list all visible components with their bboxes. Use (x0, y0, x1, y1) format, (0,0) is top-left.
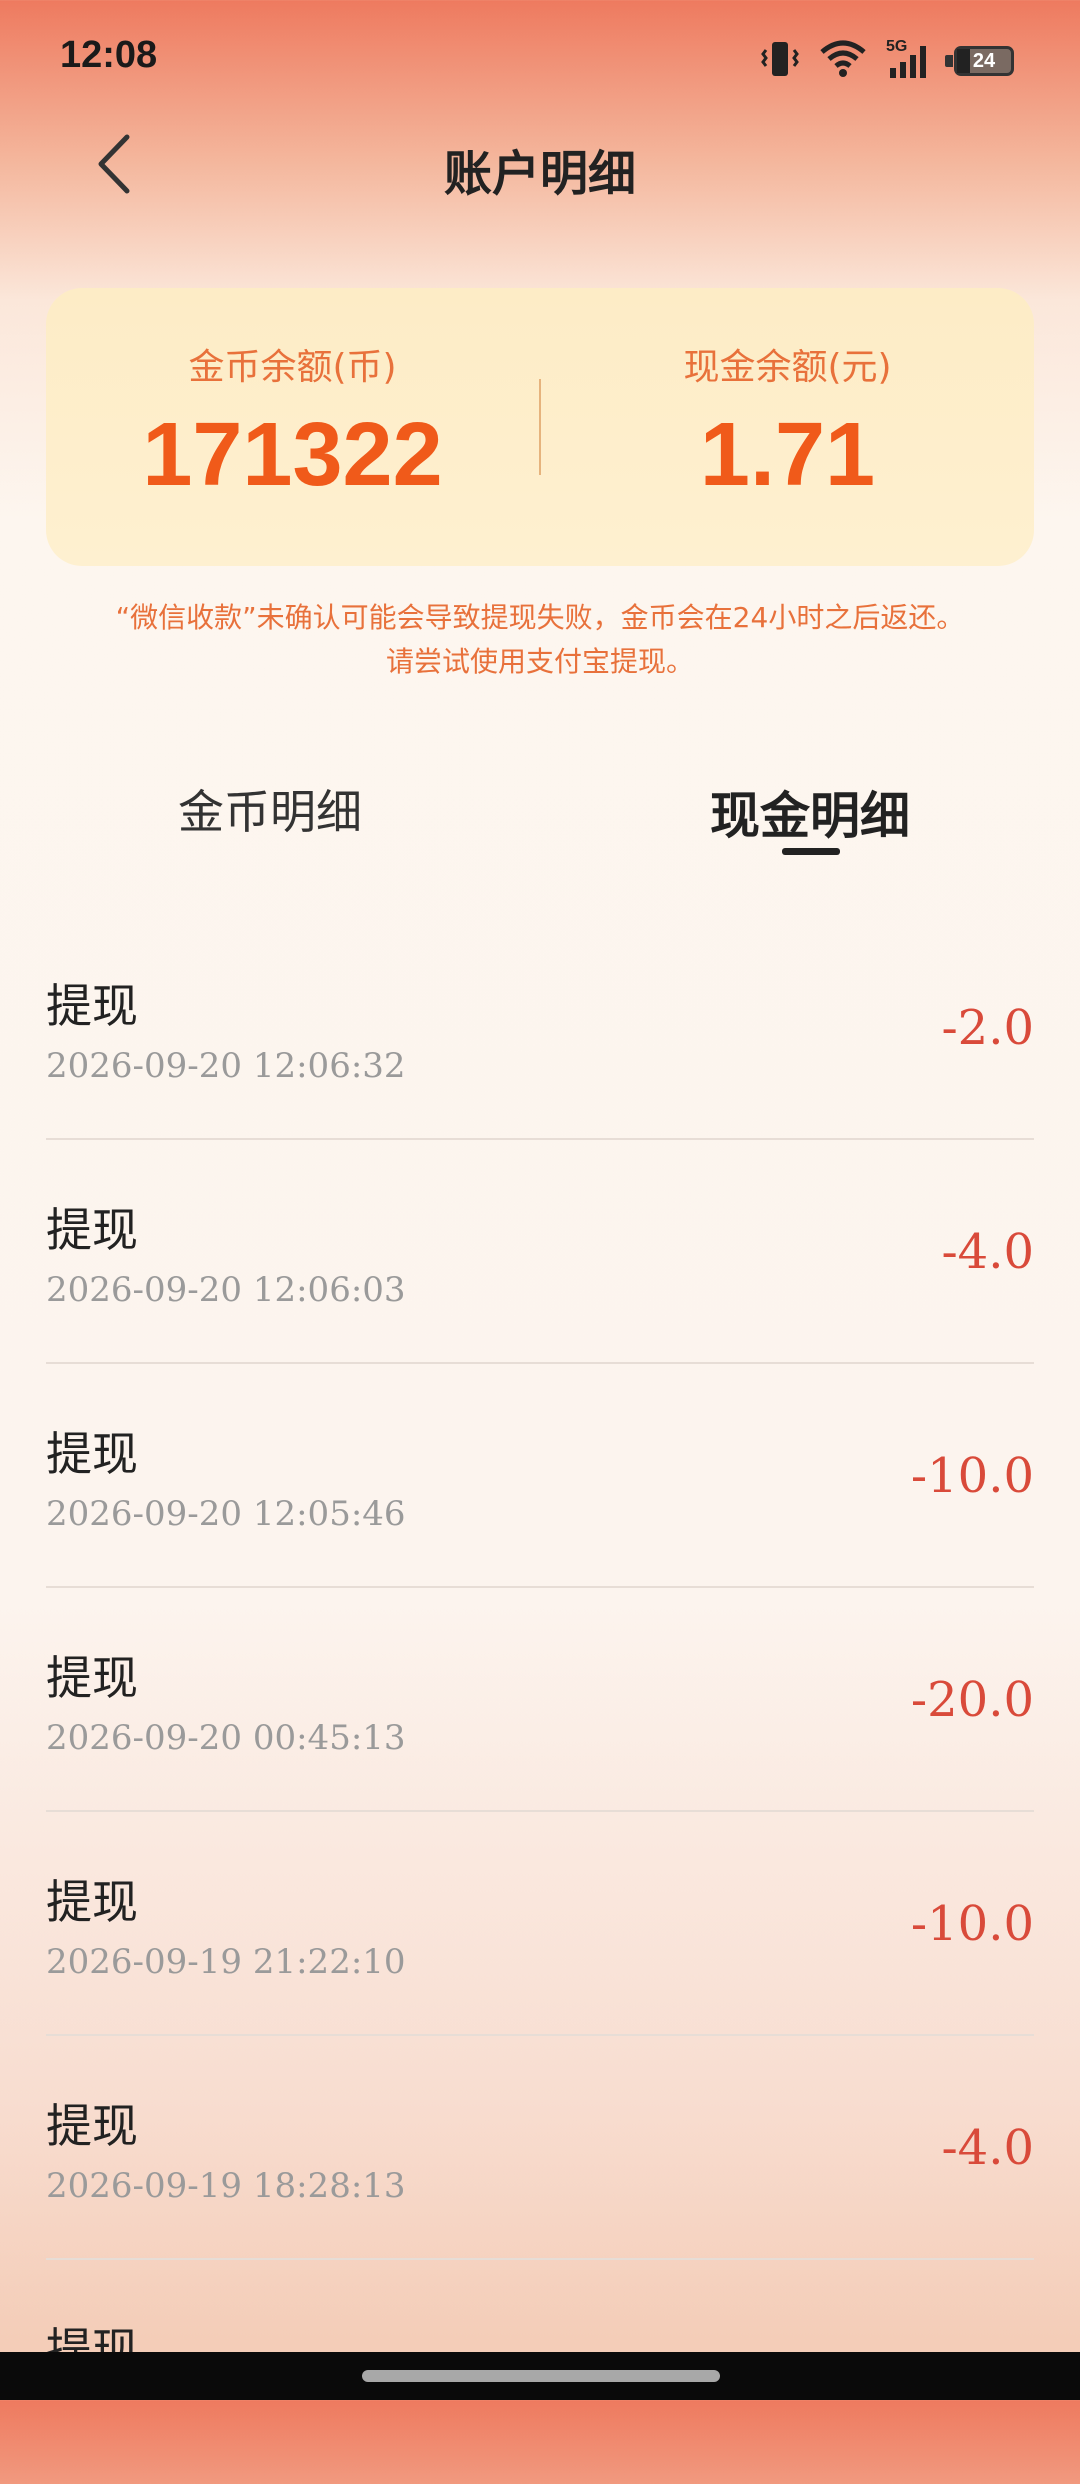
detail-tabs: 金币明细 现金明细 (0, 776, 1080, 876)
wifi-icon (818, 40, 868, 82)
item-time: 2026-09-19 21:22:10 (46, 1942, 406, 1982)
transaction-list: 提现 2026-09-20 12:06:32 -2.0 提现 2026-09-2… (46, 916, 1034, 2484)
balance-card: 金币余额(币) 171322 现金余额(元) 1.71 (46, 288, 1034, 566)
signal-5g-icon: 5G (886, 38, 936, 80)
tab-cash-details[interactable]: 现金明细 (630, 776, 990, 848)
item-title: 提现 (46, 1427, 138, 1481)
battery-icon: 24 (945, 46, 1014, 76)
item-amount: -10.0 (910, 1448, 1034, 1504)
item-amount: -20.0 (910, 1672, 1034, 1728)
item-title: 提现 (46, 979, 138, 1033)
home-gesture-handle[interactable] (362, 2370, 720, 2382)
item-amount: -4.0 (941, 1224, 1034, 1280)
item-amount: -4.0 (941, 2120, 1034, 2176)
tab-coin-details[interactable]: 金币明细 (90, 776, 450, 842)
item-time: 2026-09-20 12:05:46 (46, 1494, 406, 1534)
nav-bar (0, 2352, 1080, 2400)
item-title: 提现 (46, 2099, 138, 2153)
coin-balance-label: 金币余额(币) (188, 347, 397, 388)
header: 账户明细 (0, 120, 1080, 210)
vibrate-icon (760, 40, 800, 82)
list-item[interactable]: 提现 2026-09-20 12:06:32 -2.0 (46, 916, 1034, 1140)
list-item[interactable]: 提现 2026-09-19 21:22:10 -10.0 (46, 1812, 1034, 2036)
notice-line-2: 请尝试使用支付宝提现。 (385, 645, 694, 678)
notice-line-1: “微信收款”未确认可能会导致提现失败，金币会在24小时之后返还。 (115, 601, 965, 634)
coin-balance: 金币余额(币) 171322 (46, 288, 539, 566)
status-time: 12:08 (60, 34, 158, 76)
list-item[interactable]: 提现 2026-09-19 18:28:13 -4.0 (46, 2036, 1034, 2260)
item-amount: -2.0 (941, 1000, 1034, 1056)
cash-balance: 现金余额(元) 1.71 (541, 288, 1034, 566)
cash-balance-value: 1.71 (699, 405, 876, 505)
status-bar: 12:08 5G 24 (0, 0, 1080, 120)
active-tab-indicator (782, 848, 840, 855)
item-amount: -10.0 (910, 1896, 1034, 1952)
list-item[interactable]: 提现 2026-09-20 12:06:03 -4.0 (46, 1140, 1034, 1364)
page-title: 账户明细 (443, 146, 636, 202)
status-icons: 5G 24 (760, 38, 1014, 82)
item-time: 2026-09-20 12:06:32 (46, 1046, 406, 1086)
coin-balance-value: 171322 (142, 405, 443, 505)
withdraw-notice: “微信收款”未确认可能会导致提现失败，金币会在24小时之后返还。 请尝试使用支付… (40, 596, 1040, 684)
item-time: 2026-09-20 12:06:03 (46, 1270, 406, 1310)
item-title: 提现 (46, 1875, 138, 1929)
list-item[interactable]: 提现 2026-09-20 12:05:46 -10.0 (46, 1364, 1034, 1588)
item-title: 提现 (46, 1651, 138, 1705)
item-time: 2026-09-20 00:45:13 (46, 1718, 406, 1758)
cash-balance-label: 现金余额(元) (683, 347, 892, 388)
item-time: 2026-09-19 18:28:13 (46, 2166, 406, 2206)
list-item[interactable]: 提现 2026-09-20 00:45:13 -20.0 (46, 1588, 1034, 1812)
item-title: 提现 (46, 1203, 138, 1257)
